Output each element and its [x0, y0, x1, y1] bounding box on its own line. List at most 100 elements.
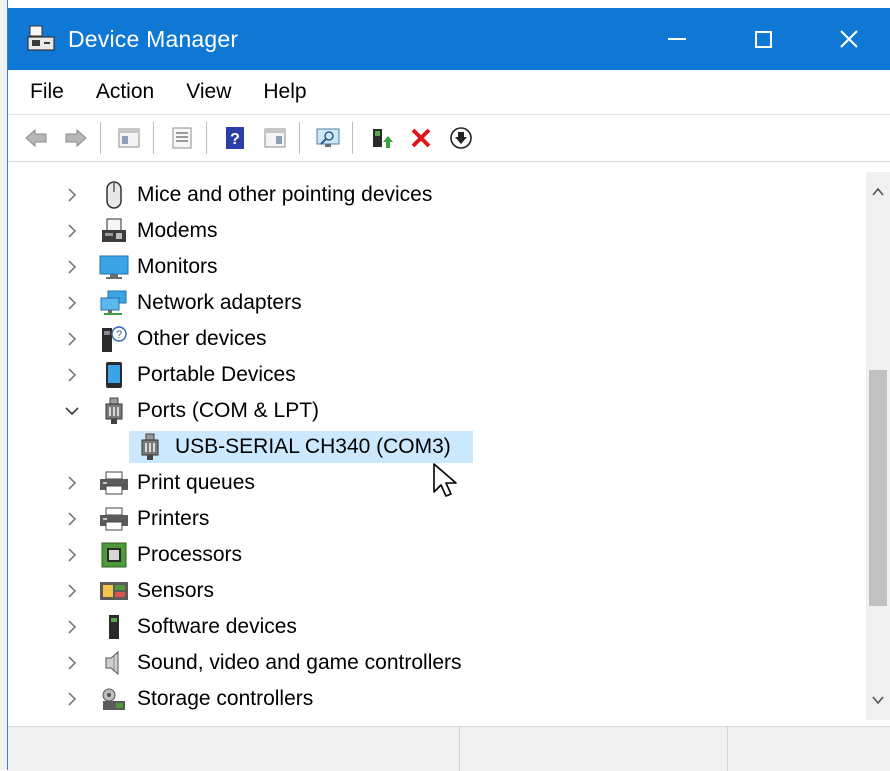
- tree-node-label: Print queues: [137, 471, 255, 494]
- toolbar-separator: [352, 122, 353, 154]
- show-hide-console-tree-button[interactable]: [111, 120, 147, 156]
- tree-node-portable-devices[interactable]: Portable Devices: [8, 357, 866, 393]
- expand-chevron-icon[interactable]: [64, 367, 80, 383]
- expand-chevron-icon[interactable]: [64, 295, 80, 311]
- tree-node-label: Sensors: [137, 579, 215, 602]
- title-bar[interactable]: Device Manager: [8, 8, 890, 70]
- portable-device-icon: [98, 360, 130, 390]
- tree-node-label: Portable Devices: [137, 363, 296, 386]
- expand-chevron-icon[interactable]: [64, 511, 80, 527]
- help-button[interactable]: ?: [217, 120, 253, 156]
- tree-node-software-devices[interactable]: Software devices: [8, 609, 866, 645]
- properties-button[interactable]: [164, 120, 200, 156]
- menu-view[interactable]: View: [170, 70, 247, 114]
- expand-chevron-icon[interactable]: [64, 475, 80, 491]
- tree-node-monitors[interactable]: Monitors: [8, 249, 866, 285]
- tree-node-label: Processors: [137, 543, 243, 566]
- toolbar-separator: [153, 122, 154, 154]
- maximize-button[interactable]: [720, 8, 806, 70]
- sensor-icon: [98, 576, 130, 606]
- menu-file[interactable]: File: [8, 70, 80, 114]
- scroll-down-button[interactable]: [866, 686, 890, 714]
- expand-chevron-icon[interactable]: [64, 259, 80, 275]
- collapse-chevron-icon[interactable]: [64, 403, 80, 419]
- port-icon: [134, 432, 166, 462]
- tree-node-label: Printers: [137, 507, 210, 530]
- tree-node-processors[interactable]: Processors: [8, 537, 866, 573]
- close-button[interactable]: [806, 8, 890, 70]
- tree-node-mice[interactable]: Mice and other pointing devices: [8, 177, 866, 213]
- menu-bar: File Action View Help: [8, 70, 890, 115]
- close-icon: [840, 30, 858, 48]
- tree-node-printers[interactable]: Printers: [8, 501, 866, 537]
- status-pane-secondary: [460, 727, 728, 771]
- tree-node-label: Storage controllers: [137, 687, 314, 710]
- expand-chevron-icon[interactable]: [64, 583, 80, 599]
- window-title: Device Manager: [68, 25, 239, 52]
- tree-node-sound-video-game[interactable]: Sound, video and game controllers: [8, 645, 866, 681]
- action-pane-button[interactable]: [257, 120, 293, 156]
- tree-node-other-devices[interactable]: ? Other devices: [8, 321, 866, 357]
- uninstall-icon: [411, 128, 431, 148]
- scan-hardware-icon: [316, 128, 340, 147]
- tree-node-label: Mice and other pointing devices: [137, 183, 433, 206]
- tree-node-modems[interactable]: Modems: [8, 213, 866, 249]
- minimize-icon: [668, 38, 686, 40]
- scroll-up-button[interactable]: [866, 178, 890, 206]
- tree-node-usb-serial-ch340[interactable]: USB-SERIAL CH340 (COM3): [8, 429, 866, 465]
- modem-icon: [98, 216, 130, 246]
- menu-action[interactable]: Action: [80, 70, 170, 114]
- monitor-icon: [98, 252, 130, 282]
- expand-chevron-icon[interactable]: [64, 223, 80, 239]
- tree-node-label: Network adapters: [137, 291, 302, 314]
- tree-node-label: Monitors: [137, 255, 218, 278]
- svg-text:?: ?: [230, 131, 240, 148]
- toolbar-separator: [206, 122, 207, 154]
- svg-text:?: ?: [116, 329, 122, 341]
- chevron-down-icon: [872, 696, 884, 705]
- storage-controller-icon: [98, 684, 130, 714]
- vertical-scrollbar[interactable]: [866, 172, 890, 720]
- expand-chevron-icon[interactable]: [64, 655, 80, 671]
- scan-hardware-button[interactable]: [310, 120, 346, 156]
- tree-node-label: USB-SERIAL CH340 (COM3): [175, 435, 451, 458]
- toolbar-separator: [100, 122, 101, 154]
- tree-node-network-adapters[interactable]: Network adapters: [8, 285, 866, 321]
- expand-chevron-icon[interactable]: [64, 691, 80, 707]
- expand-chevron-icon[interactable]: [64, 187, 80, 203]
- tree-node-label: Software devices: [137, 615, 297, 638]
- maximize-icon: [754, 30, 772, 48]
- toolbar-separator: [299, 122, 300, 154]
- help-icon: ?: [226, 127, 244, 149]
- menu-help[interactable]: Help: [247, 70, 322, 114]
- device-tree[interactable]: Mice and other pointing devices Modems M…: [8, 172, 866, 720]
- status-pane-tertiary: [728, 727, 890, 771]
- expand-chevron-icon[interactable]: [64, 619, 80, 635]
- mouse-icon: [98, 180, 130, 210]
- disable-device-button[interactable]: [443, 120, 479, 156]
- tree-node-sensors[interactable]: Sensors: [8, 573, 866, 609]
- tree-node-label: Ports (COM & LPT): [137, 399, 320, 422]
- port-icon: [98, 396, 130, 426]
- tree-node-storage-controllers[interactable]: Storage controllers: [8, 681, 866, 717]
- forward-button[interactable]: [58, 120, 94, 156]
- tree-node-ports[interactable]: Ports (COM & LPT): [8, 393, 866, 429]
- back-arrow-icon: [25, 128, 47, 148]
- device-manager-window: Device Manager File Action View Help ? M…: [0, 0, 890, 771]
- update-driver-button[interactable]: [363, 120, 399, 156]
- scrollbar-thumb[interactable]: [869, 370, 887, 606]
- tree-node-label: Other devices: [137, 327, 267, 350]
- status-bar: [8, 726, 890, 771]
- forward-arrow-icon: [65, 128, 87, 148]
- expand-chevron-icon[interactable]: [64, 547, 80, 563]
- back-button[interactable]: [18, 120, 54, 156]
- toolbar: ?: [8, 115, 890, 162]
- unknown-device-icon: ?: [98, 324, 130, 354]
- tree-node-label: Sound, video and game controllers: [137, 651, 462, 674]
- expand-chevron-icon[interactable]: [64, 331, 80, 347]
- printer-icon: [98, 504, 130, 534]
- mouse-cursor-icon: [433, 463, 457, 497]
- uninstall-device-button[interactable]: [403, 120, 439, 156]
- minimize-button[interactable]: [634, 8, 720, 70]
- chevron-up-icon: [872, 187, 884, 196]
